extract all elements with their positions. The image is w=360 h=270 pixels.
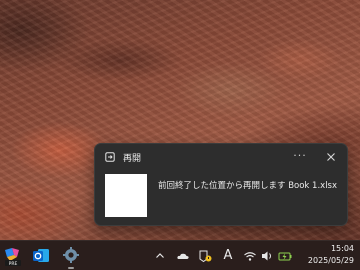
file-thumbnail xyxy=(105,174,147,217)
onedrive-cloud-icon[interactable] xyxy=(176,249,190,263)
speaker-volume-icon[interactable] xyxy=(260,249,274,263)
settings-gear-icon[interactable] xyxy=(60,241,82,270)
notification-header: 再開 ··· xyxy=(95,144,347,170)
wifi-icon[interactable] xyxy=(243,249,257,263)
battery-charging-icon[interactable] xyxy=(278,249,292,263)
close-notification-button[interactable] xyxy=(323,149,339,165)
system-clock[interactable]: 15:04 2025/05/29 xyxy=(308,243,354,267)
clock-date: 2025/05/29 xyxy=(307,256,354,265)
copilot-pre-icon[interactable]: PRE xyxy=(2,241,24,270)
notification-app-name: 再開 xyxy=(123,154,142,164)
input-mode-indicator[interactable]: A xyxy=(221,249,235,263)
copilot-pre-badge: PRE xyxy=(9,261,18,267)
outlook-icon[interactable] xyxy=(30,241,52,270)
clock-time: 15:04 xyxy=(330,244,354,253)
defender-security-icon[interactable] xyxy=(198,249,212,263)
taskbar: PRE A 15:04 2025/05/29 xyxy=(0,240,360,270)
settings-running-indicator xyxy=(68,267,74,269)
resume-notification[interactable]: 再開 ··· 前回終了した位置から再開します Book 1.xlsx xyxy=(94,143,348,226)
more-options-button[interactable]: ··· xyxy=(291,149,309,165)
resume-app-icon xyxy=(105,152,115,162)
notification-message: 前回終了した位置から再開します Book 1.xlsx xyxy=(158,181,338,191)
chevron-up-icon[interactable] xyxy=(153,249,167,263)
